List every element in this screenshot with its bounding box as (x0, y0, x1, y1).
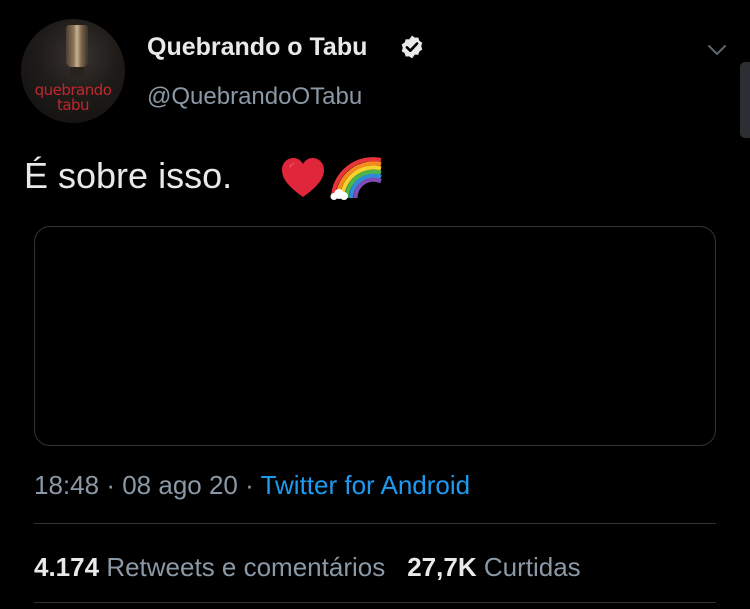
avatar-logo-line2: tabu (56, 96, 90, 114)
retweets-label: Retweets e comentários (106, 552, 386, 582)
meta-separator: · (245, 470, 254, 500)
tweet-date: 08 ago 20 (122, 470, 238, 500)
pen-image (66, 25, 88, 67)
avatar-logo: quebrando tabu (21, 83, 125, 113)
tweet-stats: 4.174 Retweets e comentários 27,7K Curtid… (34, 552, 581, 583)
avatar[interactable]: quebrando tabu (21, 19, 125, 123)
divider (34, 523, 716, 524)
likes-count: 27,7K (407, 552, 477, 582)
rainbow-icon (330, 157, 382, 200)
scrollbar-thumb[interactable] (740, 62, 750, 138)
display-name[interactable]: Quebrando o Tabu (147, 33, 367, 62)
tweet-source-link[interactable]: Twitter for Android (261, 470, 471, 500)
divider (34, 602, 716, 603)
tweet-meta: 18:48 · 08 ago 20 · Twitter for Android (34, 470, 470, 501)
likes-stat[interactable]: 27,7K Curtidas (407, 552, 580, 582)
user-handle[interactable]: @QuebrandoOTabu (147, 83, 362, 111)
retweets-stat[interactable]: 4.174 Retweets e comentários (34, 552, 385, 582)
likes-label: Curtidas (483, 552, 581, 582)
pen-tip (70, 67, 84, 77)
retweets-count: 4.174 (34, 552, 100, 582)
media-card[interactable] (34, 226, 716, 446)
chevron-down-icon[interactable] (705, 38, 729, 62)
red-heart-icon (282, 158, 324, 197)
tweet-time: 18:48 (34, 470, 100, 500)
meta-separator: · (106, 470, 115, 500)
tweet-text: É sobre isso. (24, 155, 233, 196)
verified-badge-icon (401, 35, 423, 59)
